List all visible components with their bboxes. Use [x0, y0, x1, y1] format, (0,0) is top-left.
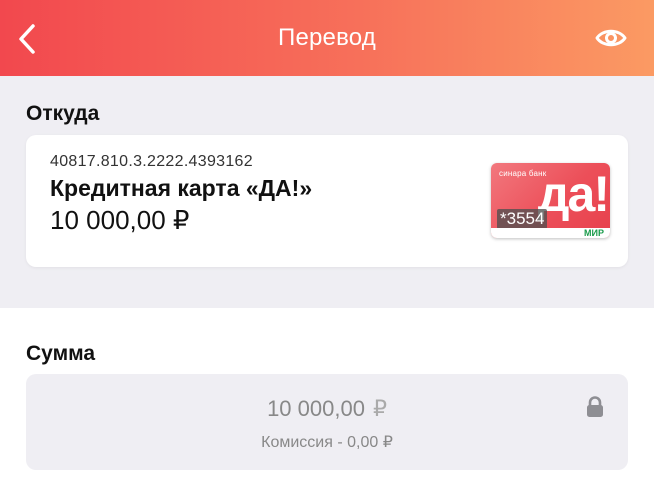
back-button[interactable]: [12, 22, 42, 56]
lock-icon: [586, 396, 604, 423]
top-bar: Перевод: [0, 0, 654, 76]
amount-value-row: 10 000,00 ₽: [26, 396, 628, 422]
source-section-title: Откуда: [26, 102, 100, 125]
toggle-visibility-button[interactable]: [594, 25, 628, 51]
card-name: Кредитная карта «ДА!»: [50, 175, 313, 201]
commission-text: Комиссия - 0,00 ₽: [261, 434, 393, 451]
page-title: Перевод: [278, 24, 376, 51]
account-number: 40817.810.3.2222.4393162: [50, 153, 253, 170]
card-image: синара банк да! *3554 МИР: [491, 163, 610, 238]
amount-currency: ₽: [372, 396, 387, 421]
amount-section-title: Сумма: [26, 342, 96, 365]
eye-icon: [595, 29, 627, 47]
source-card-selector[interactable]: 40817.810.3.2222.4393162 Кредитная карта…: [26, 135, 628, 267]
card-last-digits: *3554: [497, 209, 548, 229]
card-balance: 10 000,00 ₽: [50, 205, 190, 235]
card-brand-text: да!: [537, 166, 610, 222]
source-section: Откуда 40817.810.3.2222.4393162 Кредитна…: [0, 76, 654, 308]
mir-logo: МИР: [584, 228, 604, 238]
chevron-left-icon: [19, 24, 35, 54]
amount-field[interactable]: 10 000,00 ₽ Комиссия - 0,00 ₽: [26, 374, 628, 470]
amount-value: 10 000,00: [267, 396, 365, 421]
